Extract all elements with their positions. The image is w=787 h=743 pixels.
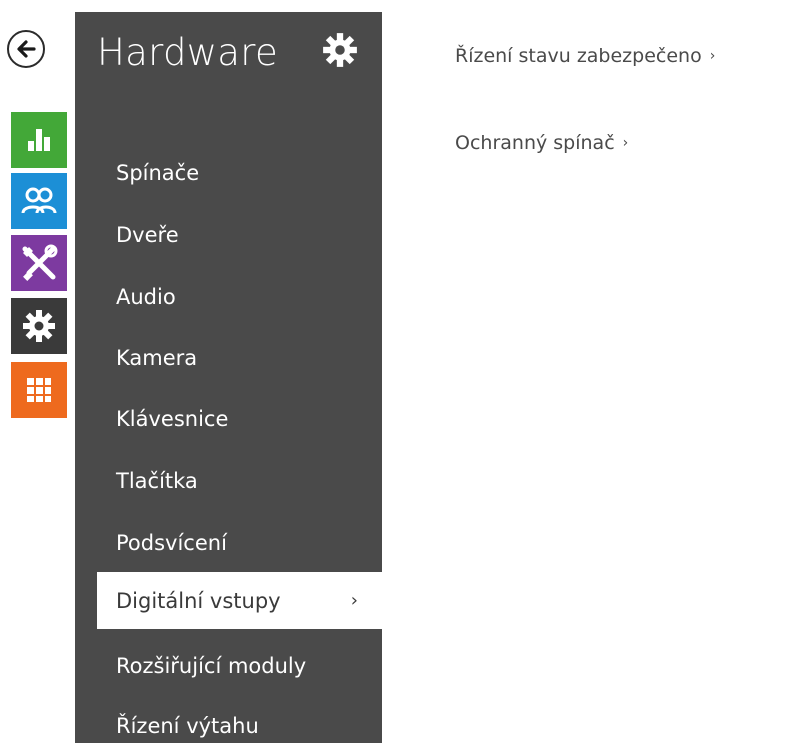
menu-item-dvere[interactable]: Dveře [75, 209, 382, 261]
menu-item-tlacitka[interactable]: Tlačítka [75, 455, 382, 507]
hardware-menu-panel: Hardware Spínače Dveře Audio Kamera Kláv… [75, 12, 382, 743]
menu-item-label: Rozšiřující moduly [116, 654, 307, 678]
menu-item-rozsirujici-moduly[interactable]: Rozšiřující moduly [75, 640, 382, 692]
chevron-right-icon: › [709, 48, 716, 64]
menu-item-label: Tlačítka [116, 469, 198, 493]
menu-item-label: Digitální vstupy [116, 588, 281, 613]
menu-item-label: Dveře [116, 223, 179, 247]
link-label: Řízení stavu zabezpečeno [455, 45, 702, 67]
app-root: Hardware Spínače Dveře Audio Kamera Kláv… [0, 0, 787, 743]
menu-item-label: Klávesnice [116, 407, 229, 431]
menu-item-spinace[interactable]: Spínače [75, 147, 382, 199]
rail-tile-directory[interactable] [11, 173, 67, 229]
link-ochranny-spinac[interactable]: Ochranný spínač › [455, 132, 628, 154]
menu-item-label: Řízení výtahu [116, 714, 259, 738]
link-label: Ochranný spínač [455, 132, 615, 154]
settings-gear-icon[interactable] [321, 31, 359, 69]
menu-item-digitalni-vstupy[interactable]: Digitální vstupy › [97, 572, 382, 629]
arrow-left-icon [17, 40, 36, 58]
bar-chart-icon [28, 129, 50, 151]
back-button[interactable] [7, 30, 45, 68]
rail-tile-services[interactable] [11, 235, 67, 291]
rail-tile-status[interactable] [11, 112, 67, 168]
menu-item-label: Podsvícení [116, 531, 227, 555]
menu-item-audio[interactable]: Audio [75, 271, 382, 323]
rail-tile-hardware[interactable] [11, 298, 67, 354]
menu-item-klavesnice[interactable]: Klávesnice [75, 393, 382, 445]
gear-icon [23, 310, 55, 342]
tools-icon [22, 244, 58, 281]
rail-tile-system[interactable] [11, 362, 67, 418]
grid-icon [27, 378, 51, 402]
menu-item-kamera[interactable]: Kamera [75, 332, 382, 384]
users-icon [21, 187, 57, 214]
left-rail [0, 0, 75, 743]
menu-item-podsviceni[interactable]: Podsvícení [75, 517, 382, 569]
menu-item-label: Kamera [116, 346, 198, 370]
menu-item-label: Audio [116, 285, 176, 309]
chevron-right-icon: › [350, 590, 358, 611]
menu-item-label: Spínače [116, 161, 200, 185]
chevron-right-icon: › [622, 135, 629, 151]
panel-title: Hardware [97, 31, 279, 74]
menu-item-rizeni-vytahu[interactable]: Řízení výtahu [75, 700, 382, 743]
link-rizeni-stavu-zabezpeceno[interactable]: Řízení stavu zabezpečeno › [455, 45, 715, 67]
